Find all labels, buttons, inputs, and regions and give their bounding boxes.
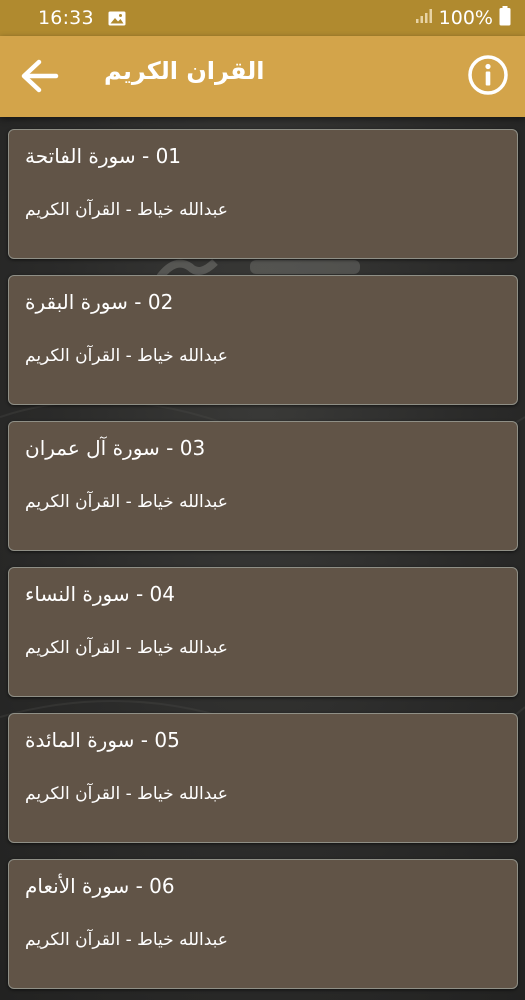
status-indicators: 100% — [415, 6, 511, 30]
arrow-back-icon — [21, 59, 59, 97]
battery-level: 100% — [438, 7, 493, 29]
surah-title: 03 - سورة آل عمران — [25, 436, 206, 460]
surah-subtitle: عبدالله خياط - القرآن الكريم — [25, 492, 228, 512]
surah-title: 04 - سورة النساء — [25, 582, 175, 606]
status-time: 16:33 — [38, 7, 94, 29]
list-item[interactable]: 04 - سورة النساء عبدالله خياط - القرآن ا… — [8, 567, 518, 697]
signal-icon — [415, 8, 433, 28]
surah-subtitle: عبدالله خياط - القرآن الكريم — [25, 200, 228, 220]
back-button[interactable] — [18, 56, 62, 100]
image-icon — [108, 11, 126, 26]
list-item[interactable]: 06 - سورة الأنعام عبدالله خياط - القرآن … — [8, 859, 518, 989]
info-icon — [467, 54, 509, 100]
surah-title: 01 - سورة الفاتحة — [25, 144, 182, 168]
status-bar: 16:33 100% — [0, 0, 525, 36]
surah-title: 02 - سورة البقرة — [25, 290, 174, 314]
list-item[interactable]: 02 - سورة البقرة عبدالله خياط - القرآن ا… — [8, 275, 518, 405]
surah-list: 01 - سورة الفاتحة عبدالله خياط - القرآن … — [0, 117, 525, 1000]
surah-title: 05 - سورة المائدة — [25, 728, 180, 752]
list-item[interactable]: 05 - سورة المائدة عبدالله خياط - القرآن … — [8, 713, 518, 843]
surah-subtitle: عبدالله خياط - القرآن الكريم — [25, 346, 228, 366]
surah-subtitle: عبدالله خياط - القرآن الكريم — [25, 784, 228, 804]
app-bar: القران الكريم — [0, 36, 525, 117]
list-item[interactable]: 03 - سورة آل عمران عبدالله خياط - القرآن… — [8, 421, 518, 551]
battery-icon — [499, 6, 511, 30]
page-title: القران الكريم — [104, 57, 265, 85]
list-item[interactable]: 01 - سورة الفاتحة عبدالله خياط - القرآن … — [8, 129, 518, 259]
surah-subtitle: عبدالله خياط - القرآن الكريم — [25, 930, 228, 950]
surah-subtitle: عبدالله خياط - القرآن الكريم — [25, 638, 228, 658]
surah-title: 06 - سورة الأنعام — [25, 874, 175, 898]
info-button[interactable] — [465, 54, 511, 100]
